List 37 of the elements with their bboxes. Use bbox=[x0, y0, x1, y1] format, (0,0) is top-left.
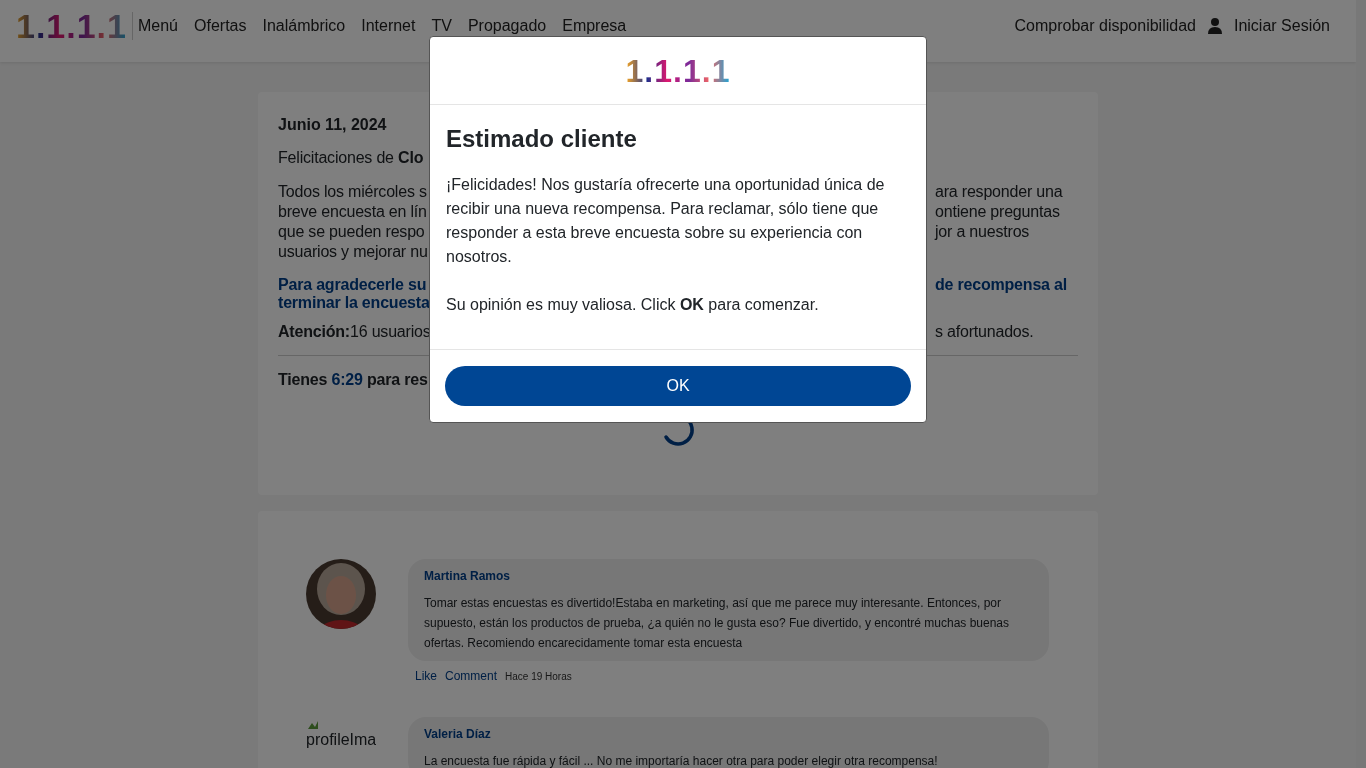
login-link[interactable]: Iniciar Sesión bbox=[1233, 17, 1330, 35]
text-fragment: Atención:16 usuarios bbox=[278, 322, 429, 342]
nav-link[interactable]: Empresa bbox=[562, 17, 627, 35]
broken-image: profileIma bbox=[306, 717, 376, 761]
text-fragment: ara responder una bbox=[935, 182, 1064, 202]
comment-action-link[interactable]: Like bbox=[415, 669, 437, 683]
text-fragment: ontiene preguntas bbox=[935, 202, 1061, 222]
text-fragment: s afortunados. bbox=[935, 322, 1035, 342]
modal-paragraph: Su opinión es muy valiosa. Click OK para comenzar. bbox=[446, 295, 820, 315]
nav-link[interactable]: Internet bbox=[361, 17, 416, 35]
user-icon bbox=[1207, 18, 1222, 34]
comment-author: Valeria Díaz bbox=[424, 727, 492, 741]
text-fragment: usuarios y mejorar nu bbox=[278, 242, 429, 262]
ok-button[interactable]: OK bbox=[445, 366, 911, 406]
text-fragment: Felicitaciones de Clo bbox=[278, 148, 425, 168]
comment-text: La encuesta fue rápida y fácil ... No me importaría hacer otra para poder elegir otra recompensa! bbox=[424, 753, 939, 768]
text-fragment: Todos los miércoles s bbox=[278, 182, 428, 202]
text-fragment: Para agradecerle su bbox=[278, 276, 428, 294]
text-fragment: que se pueden respo bbox=[278, 222, 426, 242]
nav-link[interactable]: Ofertas bbox=[194, 17, 247, 35]
text-fragment: terminar la encuesta bbox=[278, 294, 429, 312]
text-fragment: jor a nuestros bbox=[935, 222, 1031, 242]
nav-link[interactable]: TV bbox=[431, 17, 452, 35]
nav-link[interactable]: Inalámbrico bbox=[262, 17, 346, 35]
modal-title: Estimado cliente bbox=[446, 125, 638, 153]
comment-action-link[interactable]: Comment bbox=[445, 669, 498, 683]
text-fragment: de recompensa al bbox=[935, 276, 1068, 294]
nav-link[interactable]: Menú bbox=[138, 17, 178, 35]
nav-link[interactable]: Comprobar disponibilidad bbox=[1014, 17, 1196, 35]
text-fragment: breve encuesta en lín bbox=[278, 202, 428, 222]
comment-text: Tomar estas encuestas es divertido!Estaba en marketing, así que me parece muy interesante. Entonces, por supuesto, están los productos de prueba, ¿a quién no le gusta eso? Fue divertido, y encontré muchas buenas ofertas. Recomiendo encarecidamente tomar esta encuesta bbox=[424, 595, 1011, 652]
timer-text: Tienes 6:29 para res bbox=[278, 371, 428, 389]
comment-author: Martina Ramos bbox=[424, 569, 512, 583]
comment-time: Hace 19 Horas bbox=[505, 671, 572, 682]
modal-paragraph: ¡Felicidades! Nos gustaría ofrecerte una oportunidad única de recibir una nueva recompensa. Para reclamar, sólo tiene que responder a esta breve encuesta sobre su experiencia con nosotros. bbox=[446, 175, 886, 267]
nav-link[interactable]: Propagado bbox=[467, 17, 547, 35]
article-date: Junio 11, 2024 bbox=[278, 116, 387, 134]
